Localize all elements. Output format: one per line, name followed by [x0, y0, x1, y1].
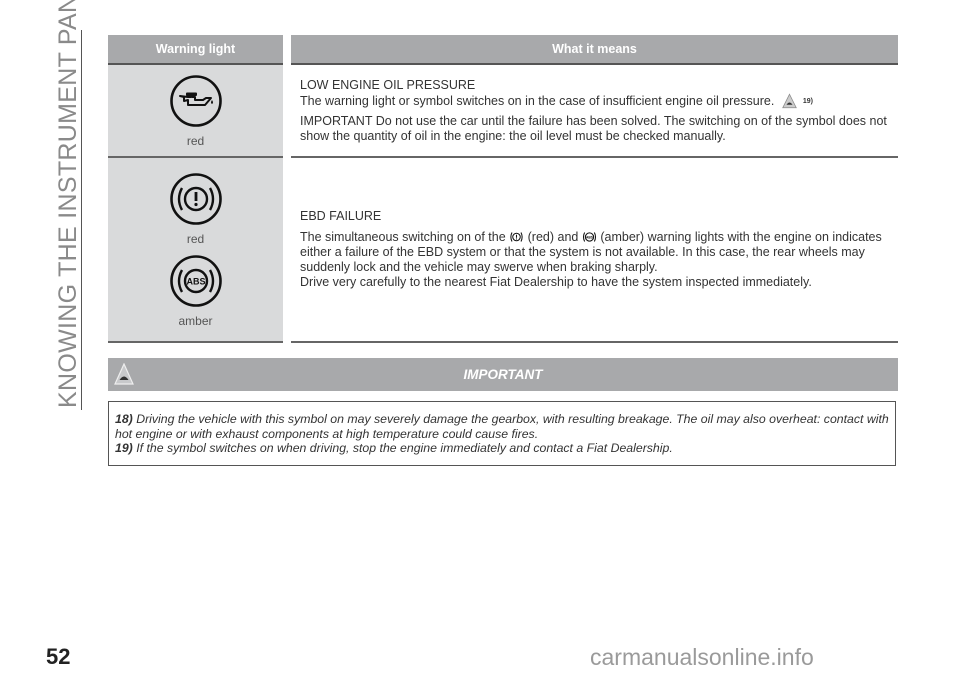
- page-number: 52: [46, 644, 71, 669]
- important-note: IMPORTANT Do not use the car until the f…: [300, 113, 887, 143]
- caution-triangle-icon: [781, 92, 797, 108]
- brake-warning-icon: [169, 172, 222, 225]
- svg-text:ABS: ABS: [186, 276, 205, 286]
- light-color-label: red: [186, 133, 205, 148]
- brake-warning-inline-icon: [510, 232, 523, 242]
- important-header: IMPORTANT: [108, 358, 898, 391]
- light-color-label: amber: [178, 313, 213, 328]
- row-title: EBD FAILURE: [300, 209, 382, 223]
- abs-inline-icon: ABS: [582, 232, 596, 242]
- note-text: Driving the vehicle with this symbol on …: [115, 412, 889, 441]
- row-advice: Drive very carefully to the nearest Fiat…: [300, 275, 812, 289]
- header-what-it-means: What it means: [287, 35, 898, 65]
- important-notes-box: 18) Driving the vehicle with this symbol…: [108, 401, 896, 466]
- note-item: 19) If the symbol switches on when drivi…: [109, 441, 895, 456]
- side-divider: [81, 30, 82, 410]
- light-color-label: red: [186, 231, 205, 246]
- footnote-ref: 19): [802, 97, 813, 105]
- row-description: The warning light or symbol switches on …: [300, 93, 775, 108]
- section-side-title: KNOWING THE INSTRUMENT PANEL: [54, 0, 82, 408]
- important-title: IMPORTANT: [463, 367, 543, 382]
- row-title: LOW ENGINE OIL PRESSURE: [300, 77, 476, 92]
- row-description: The simultaneous switching on of the: [300, 230, 506, 244]
- svg-text:ABS: ABS: [586, 235, 594, 239]
- watermark-link[interactable]: carmanualsonline.info: [590, 644, 814, 671]
- table-row: red ABS amber EBD FAILURE The simultaneo…: [108, 157, 898, 343]
- abs-icon: ABS: [169, 254, 222, 307]
- description-cell: EBD FAILURE The simultaneous switching o…: [287, 157, 898, 343]
- note-number: 19): [115, 441, 133, 455]
- warning-lights-table: Warning light What it means red LOW ENGI…: [108, 35, 898, 343]
- warning-light-cell: red: [108, 64, 291, 158]
- table-row: red LOW ENGINE OIL PRESSURE The warning …: [108, 64, 898, 158]
- note-text: If the symbol switches on when driving, …: [136, 441, 673, 455]
- oil-pressure-icon: [169, 74, 222, 127]
- description-cell: LOW ENGINE OIL PRESSURE The warning ligh…: [287, 64, 898, 158]
- note-number: 18): [115, 412, 133, 426]
- warning-light-cell: red ABS amber: [108, 157, 291, 343]
- note-item: 18) Driving the vehicle with this symbol…: [109, 412, 895, 441]
- row-description: (red) and: [527, 230, 579, 244]
- header-warning-light: Warning light: [108, 35, 291, 65]
